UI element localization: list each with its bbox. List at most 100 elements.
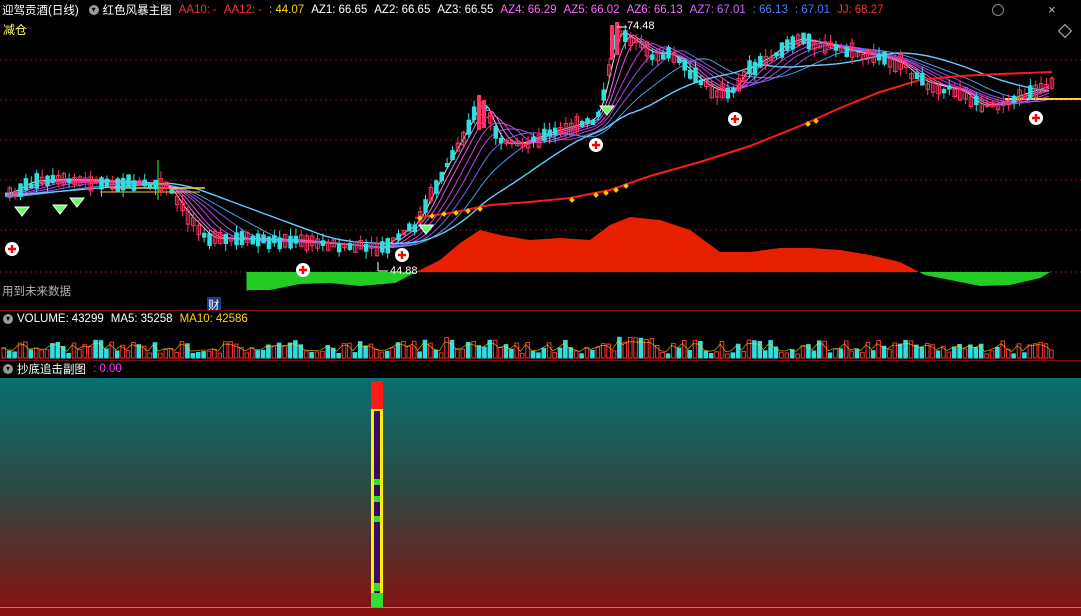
candle-body: [396, 233, 401, 241]
chevron-down-icon[interactable]: ▾: [3, 364, 13, 374]
volume-bar: [255, 350, 260, 359]
volume-header: ▾ VOLUME: 43299 MA5: 35258 MA10: 42586: [0, 311, 255, 327]
sub-indicator-title: 抄底追击副图: [17, 364, 86, 376]
chevron-down-icon[interactable]: ▾: [88, 5, 99, 15]
plus-bar: [301, 266, 305, 274]
stock-chart-window: 迎驾贡酒(日线) ▾ 红色风暴主图 AA10: - AA12: -: 44.07 AZ1…: [0, 0, 1081, 616]
volume-bar: [838, 348, 844, 359]
volume-bar: [962, 348, 968, 359]
main-chart-canvas[interactable]: [0, 0, 1081, 310]
ma-line: [4, 37, 1050, 249]
main-indicator-header: 迎驾贡酒(日线) ▾ 红色风暴主图 AA10: - AA12: -: 44.07 AZ1…: [0, 2, 891, 18]
volume-bar: [44, 349, 50, 359]
volume-bar: [282, 345, 287, 359]
volume-bar: [660, 352, 665, 359]
volume-bar: [552, 352, 557, 359]
candle-body: [698, 79, 704, 86]
signal-bar-segment: [374, 583, 380, 591]
volume-bar: [919, 346, 925, 359]
volume-bar: [849, 350, 854, 359]
volume-bar: [1027, 344, 1033, 359]
volume-bar: [703, 350, 709, 359]
volume-bar: [573, 350, 579, 359]
candle-body: [1028, 85, 1033, 99]
volume-bar: [260, 349, 266, 359]
volume-bar: [530, 350, 536, 359]
volume-bar: [374, 348, 379, 359]
candle-body: [844, 47, 849, 57]
candle-body: [385, 238, 390, 254]
volume-bar: [1011, 353, 1016, 359]
volume-bar: [795, 353, 800, 359]
candle-body: [45, 175, 50, 187]
indicator-label: AA12:: [223, 4, 256, 16]
low-price-label: 44.88: [390, 265, 418, 277]
zero-line: [0, 607, 1081, 608]
candle-body: [207, 233, 212, 246]
candle-body: [493, 126, 498, 139]
candle-body: [201, 232, 207, 238]
volume-bar: [800, 344, 806, 359]
volume-bar: [860, 351, 865, 359]
diamond-signal-icon: [13, 206, 31, 217]
candle-body: [790, 36, 795, 50]
volume-bar: [719, 341, 725, 359]
diamond-signal-icon: [68, 197, 86, 208]
plus-bar: [1034, 114, 1038, 122]
sub-indicator-panel[interactable]: ▾ 抄底追击副图 : 0.00: [0, 361, 1081, 616]
volume-bar: [789, 349, 795, 359]
candle-body: [153, 179, 158, 190]
sub-indicator-header: ▾ 抄底追击副图 : 0.00: [0, 361, 129, 377]
volume-bar: [390, 347, 395, 359]
volume-bar: [476, 345, 482, 359]
candle-body: [774, 52, 779, 57]
indicator-value: 66.65: [338, 4, 368, 16]
candle-body: [731, 87, 736, 94]
settings-circle-icon[interactable]: [992, 4, 1004, 16]
candle-body: [941, 88, 947, 94]
volume-bar: [12, 351, 17, 359]
candle-body: [380, 241, 385, 253]
candle-body: [115, 178, 120, 192]
bottom-signal-bar: [371, 381, 383, 607]
candle-body: [261, 234, 266, 244]
volume-panel[interactable]: ▾ VOLUME: 43299 MA5: 35258 MA10: 42586: [0, 311, 1081, 360]
volume-bar: [519, 352, 525, 359]
candle-body: [585, 118, 590, 124]
main-chart-panel[interactable]: 迎驾贡酒(日线) ▾ 红色风暴主图 AA10: - AA12: -: 44.07 AZ1…: [0, 0, 1081, 310]
volume-bar: [908, 340, 914, 359]
close-icon[interactable]: ×: [1048, 3, 1056, 16]
volume-bar: [471, 340, 476, 359]
future-data-note: 用到未来数据: [2, 286, 71, 298]
candle-body: [466, 119, 471, 135]
candle-body: [876, 53, 882, 61]
volume-bar: [746, 339, 752, 359]
diamond-signal-icon: [51, 204, 69, 215]
volume-bar: [303, 350, 309, 359]
ma-line: [4, 42, 1050, 249]
candle-body: [1011, 95, 1017, 103]
volume-bar: [384, 350, 390, 359]
signal-bar-base: [371, 593, 383, 607]
candle-body: [444, 163, 450, 167]
candle-body: [66, 178, 72, 183]
candle-body: [18, 183, 23, 197]
candle-body: [914, 72, 920, 80]
volume-bar: [212, 348, 217, 359]
volume-bar: [125, 349, 131, 359]
indicator-label: AZ7:: [689, 4, 714, 16]
candle-body: [758, 56, 763, 68]
volume-bar: [887, 348, 892, 359]
volume-bar: [33, 347, 39, 359]
volume-bar: [989, 350, 995, 359]
candle-body: [471, 106, 477, 120]
plus-bar: [400, 251, 404, 259]
candle-body: [601, 89, 606, 101]
chevron-down-icon[interactable]: ▾: [3, 314, 13, 324]
indicator-value: 67.01: [716, 4, 746, 16]
finance-tag[interactable]: 财: [207, 297, 221, 310]
volume-bar: [320, 350, 325, 359]
sub-indicator-canvas[interactable]: [0, 361, 1081, 616]
volume-bar: [363, 345, 368, 359]
candle-body: [288, 235, 293, 249]
